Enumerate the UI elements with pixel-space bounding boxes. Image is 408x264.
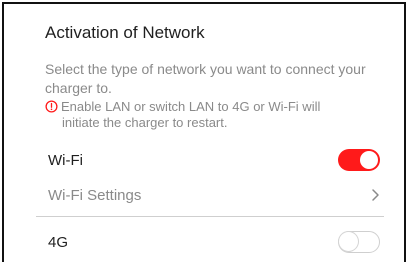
wifi-settings-row[interactable]: Wi-Fi Settings xyxy=(48,182,380,208)
fourg-label: 4G xyxy=(48,233,69,251)
warning-text-line1: Enable LAN or switch LAN to 4G or Wi-Fi … xyxy=(61,99,321,114)
wifi-settings-label: Wi-Fi Settings xyxy=(48,186,142,204)
fourg-toggle[interactable] xyxy=(338,231,380,253)
wifi-row: Wi-Fi xyxy=(48,147,380,173)
chevron-right-icon xyxy=(372,189,379,201)
toggle-knob xyxy=(339,232,358,251)
network-activation-panel: Activation of Network Select the type of… xyxy=(2,2,406,262)
description-text: Select the type of network you want to c… xyxy=(45,61,366,96)
fourg-row: 4G xyxy=(48,229,380,255)
wifi-label: Wi-Fi xyxy=(48,151,83,169)
section-divider xyxy=(36,216,384,217)
wifi-toggle[interactable] xyxy=(338,149,380,171)
warning-circle-icon xyxy=(45,100,58,113)
page-title: Activation of Network xyxy=(45,23,205,42)
toggle-knob xyxy=(360,151,378,169)
warning-text-line2: initiate the charger to restart. xyxy=(62,115,228,130)
restart-warning: Enable LAN or switch LAN to 4G or Wi-Fi … xyxy=(45,99,375,131)
